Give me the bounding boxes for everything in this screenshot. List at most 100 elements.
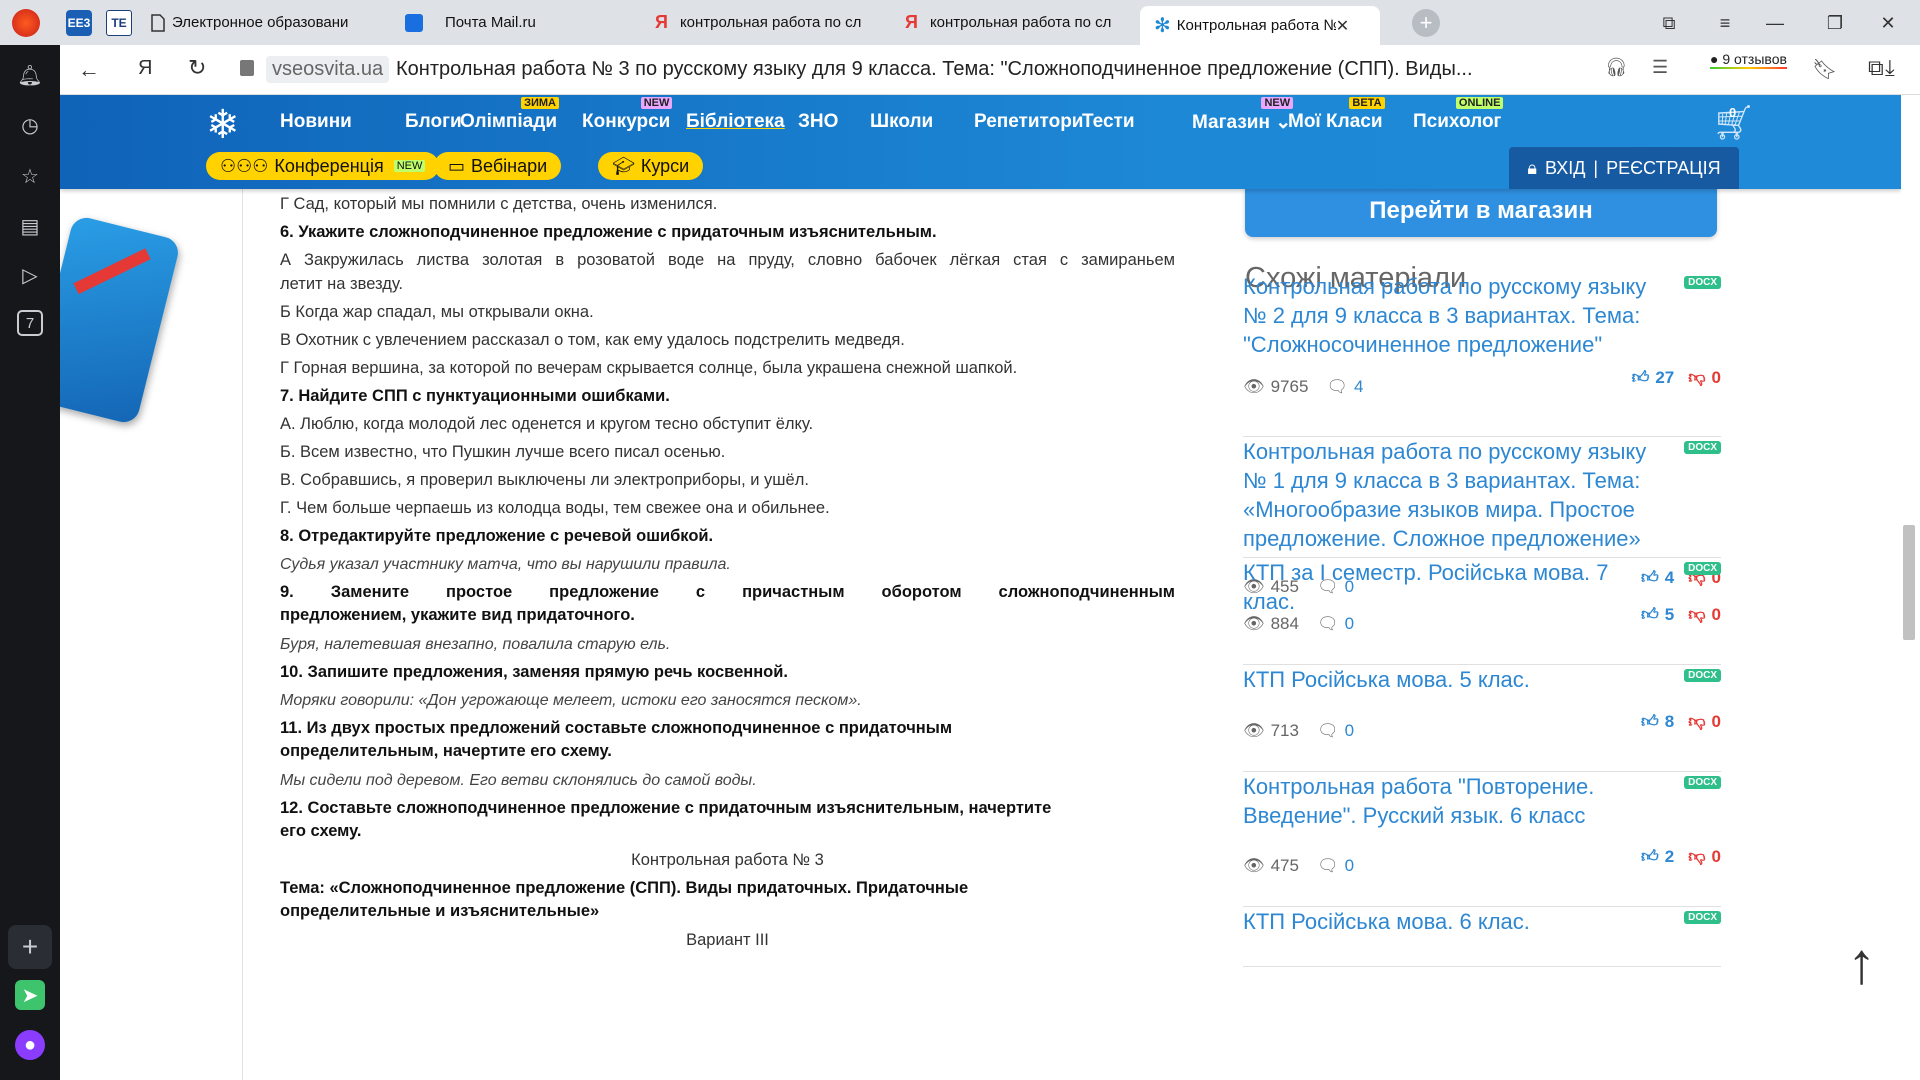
site-domain[interactable]: vseosvita.ua: [266, 56, 390, 83]
pinned-tab-2[interactable]: TE: [106, 10, 132, 36]
cart-icon[interactable]: 🛒︎ 0: [1712, 103, 1755, 143]
download-icon[interactable]: ⤓: [1885, 55, 1895, 81]
comments-count[interactable]: 4: [1354, 377, 1363, 397]
nav-item[interactable]: Олімпіади ЗИМА: [460, 97, 559, 133]
thumbs-up-icon[interactable]: 👍︎: [1641, 604, 1659, 625]
messenger-icon[interactable]: ➤: [15, 980, 45, 1010]
snowflake-logo-icon[interactable]: ❄: [206, 105, 240, 145]
page-title[interactable]: Контрольная работа № 3 по русскому языку…: [396, 58, 1536, 81]
nav-item[interactable]: Новини: [280, 111, 352, 133]
material-card[interactable]: Контрольная работа по русскому языку № 2…: [1243, 272, 1721, 437]
thumbs-up-icon[interactable]: 👍︎: [1641, 846, 1659, 867]
nav-item[interactable]: Конкурси NEW: [582, 97, 673, 133]
comments-count[interactable]: 0: [1345, 856, 1354, 876]
webinars-pill[interactable]: ▭ Вебінари: [434, 152, 562, 180]
tab-title: Почта Mail.ru: [445, 14, 536, 31]
thumbs-down-icon[interactable]: 👎︎: [1688, 367, 1705, 388]
yandex-home-icon[interactable]: Я: [138, 57, 152, 80]
headphones-icon[interactable]: 🎧︎: [1605, 57, 1628, 78]
login-link[interactable]: ВХІД: [1545, 158, 1585, 179]
tab-2[interactable]: Почта Mail.ru: [405, 6, 625, 39]
reader-icon[interactable]: ☰: [1652, 57, 1668, 78]
reload-button[interactable]: ↻: [188, 55, 206, 81]
material-title[interactable]: Контрольная работа по русскому языку № 1…: [1243, 437, 1663, 553]
docx-badge: DOCX: [1684, 911, 1721, 924]
pinned-tab-1[interactable]: EE3: [66, 10, 92, 36]
conference-pill[interactable]: ⚇⚇⚇ Конференція NEW: [206, 152, 440, 180]
new-tab-button[interactable]: +: [1412, 9, 1440, 37]
minimize-button[interactable]: —: [1760, 8, 1790, 38]
question-heading: его схему.: [280, 822, 362, 840]
maximize-button[interactable]: ❐: [1820, 8, 1850, 38]
docx-badge: DOCX: [1684, 776, 1721, 789]
material-card[interactable]: КТП Російська мова. 6 клас. DOCX: [1243, 907, 1721, 967]
material-title[interactable]: КТП Російська мова. 6 клас.: [1243, 907, 1663, 936]
tab-4[interactable]: Я контрольная работа по сл: [905, 6, 1130, 39]
comments-count[interactable]: 0: [1345, 614, 1354, 634]
separator: |: [1593, 157, 1599, 178]
collections-icon[interactable]: ▤: [15, 211, 45, 241]
variant-title: Вариант III: [686, 931, 769, 949]
close-window-button[interactable]: ✕: [1873, 8, 1903, 38]
document-icon: [151, 13, 165, 32]
counter-icon[interactable]: 7: [17, 310, 43, 336]
extensions-icon[interactable]: ⧉: [1868, 55, 1884, 81]
tab-active[interactable]: ✻ Контрольная работа № ✕: [1140, 6, 1380, 45]
nav-item[interactable]: Бібліотека: [686, 111, 785, 133]
courses-pill[interactable]: 🎓︎ Курси: [598, 152, 704, 180]
register-link[interactable]: РЕЄСТРАЦІЯ: [1606, 158, 1720, 179]
tab-3[interactable]: Я контрольная работа по сл: [655, 6, 880, 39]
material-card[interactable]: Контрольная работа "Повторение. Введение…: [1243, 772, 1721, 907]
nav-item[interactable]: Психолог ONLINE: [1413, 97, 1504, 133]
material-title[interactable]: КТП Російська мова. 5 клас.: [1243, 665, 1663, 694]
nav-item[interactable]: Школи: [870, 111, 933, 133]
dislikes-count: 0: [1711, 846, 1721, 866]
nav-item[interactable]: Мої Класи BETA: [1288, 97, 1385, 133]
comments-count[interactable]: 0: [1345, 721, 1354, 741]
nav-item[interactable]: Тести: [1082, 111, 1135, 133]
material-card[interactable]: КТП за I семестр. Російська мова. 7 клас…: [1243, 558, 1721, 665]
history-icon[interactable]: ◷: [15, 110, 45, 140]
tab-1[interactable]: Электронное образовани: [150, 6, 390, 39]
scrollbar-thumb[interactable]: [1903, 525, 1915, 640]
thumbs-down-icon[interactable]: 👎︎: [1688, 604, 1705, 625]
nav-label: Школи: [870, 111, 934, 132]
shop-button[interactable]: Перейти в магазин: [1245, 185, 1717, 237]
scroll-top-arrow-icon[interactable]: ↑: [1847, 935, 1876, 993]
material-title[interactable]: Контрольная работа "Повторение. Введение…: [1243, 772, 1663, 830]
collections-icon[interactable]: ⧉: [1654, 8, 1684, 38]
thumbs-up-icon[interactable]: 👍︎: [1641, 711, 1659, 732]
likes-count: 5: [1664, 604, 1675, 624]
menu-icon[interactable]: ≡: [1710, 8, 1740, 38]
nav-item[interactable]: ЗНО: [798, 111, 838, 133]
material-card[interactable]: КТП Російська мова. 5 клас. DOCX 👁︎ 713 🗨︎ 0 👍…: [1243, 665, 1721, 772]
reviews-badge[interactable]: ● 9 отзывов: [1710, 51, 1787, 69]
material-title[interactable]: КТП за I семестр. Російська мова. 7 клас…: [1243, 558, 1663, 616]
material-card[interactable]: Контрольная работа по русскому языку № 1…: [1243, 437, 1721, 596]
nav-item[interactable]: Блоги: [405, 111, 462, 133]
lock-icon[interactable]: [240, 60, 254, 76]
back-button[interactable]: ←: [78, 57, 100, 83]
nav-badge: ЗИМА: [521, 97, 559, 109]
nav-item[interactable]: Магазин NEW ⌄: [1192, 97, 1294, 134]
close-tab-icon[interactable]: ✕: [1336, 16, 1349, 36]
add-panel-button[interactable]: +: [8, 925, 52, 969]
bell-icon[interactable]: 🔔︎: [15, 60, 45, 90]
alice-icon[interactable]: ●: [15, 1030, 45, 1060]
article-line: Г Горная вершина, за которой по вечерам …: [280, 359, 1018, 377]
browser-logo-icon[interactable]: [12, 9, 40, 37]
star-icon[interactable]: ☆: [15, 161, 45, 191]
ribbon-icon: [73, 248, 151, 295]
thumbs-down-icon[interactable]: 👎︎: [1688, 711, 1705, 732]
thumbs-down-icon[interactable]: 👎︎: [1688, 846, 1705, 867]
thumbs-up-icon[interactable]: 👍︎: [1632, 367, 1650, 388]
material-title[interactable]: Контрольная работа по русскому языку № 2…: [1243, 272, 1663, 359]
nav-item[interactable]: Репетитори: [974, 111, 1084, 133]
promo-phone-image[interactable]: [60, 214, 182, 426]
nav-label: Новини: [280, 111, 352, 132]
play-icon[interactable]: ▷: [15, 260, 45, 290]
article-line: В. Собравшись, я проверил выключены ли э…: [280, 471, 809, 489]
bookmark-icon[interactable]: 🔖︎: [1812, 57, 1837, 82]
dislikes-count: 0: [1711, 604, 1721, 624]
address-bar: ← Я ↻ vseosvita.ua Контрольная работа № …: [60, 45, 1920, 95]
